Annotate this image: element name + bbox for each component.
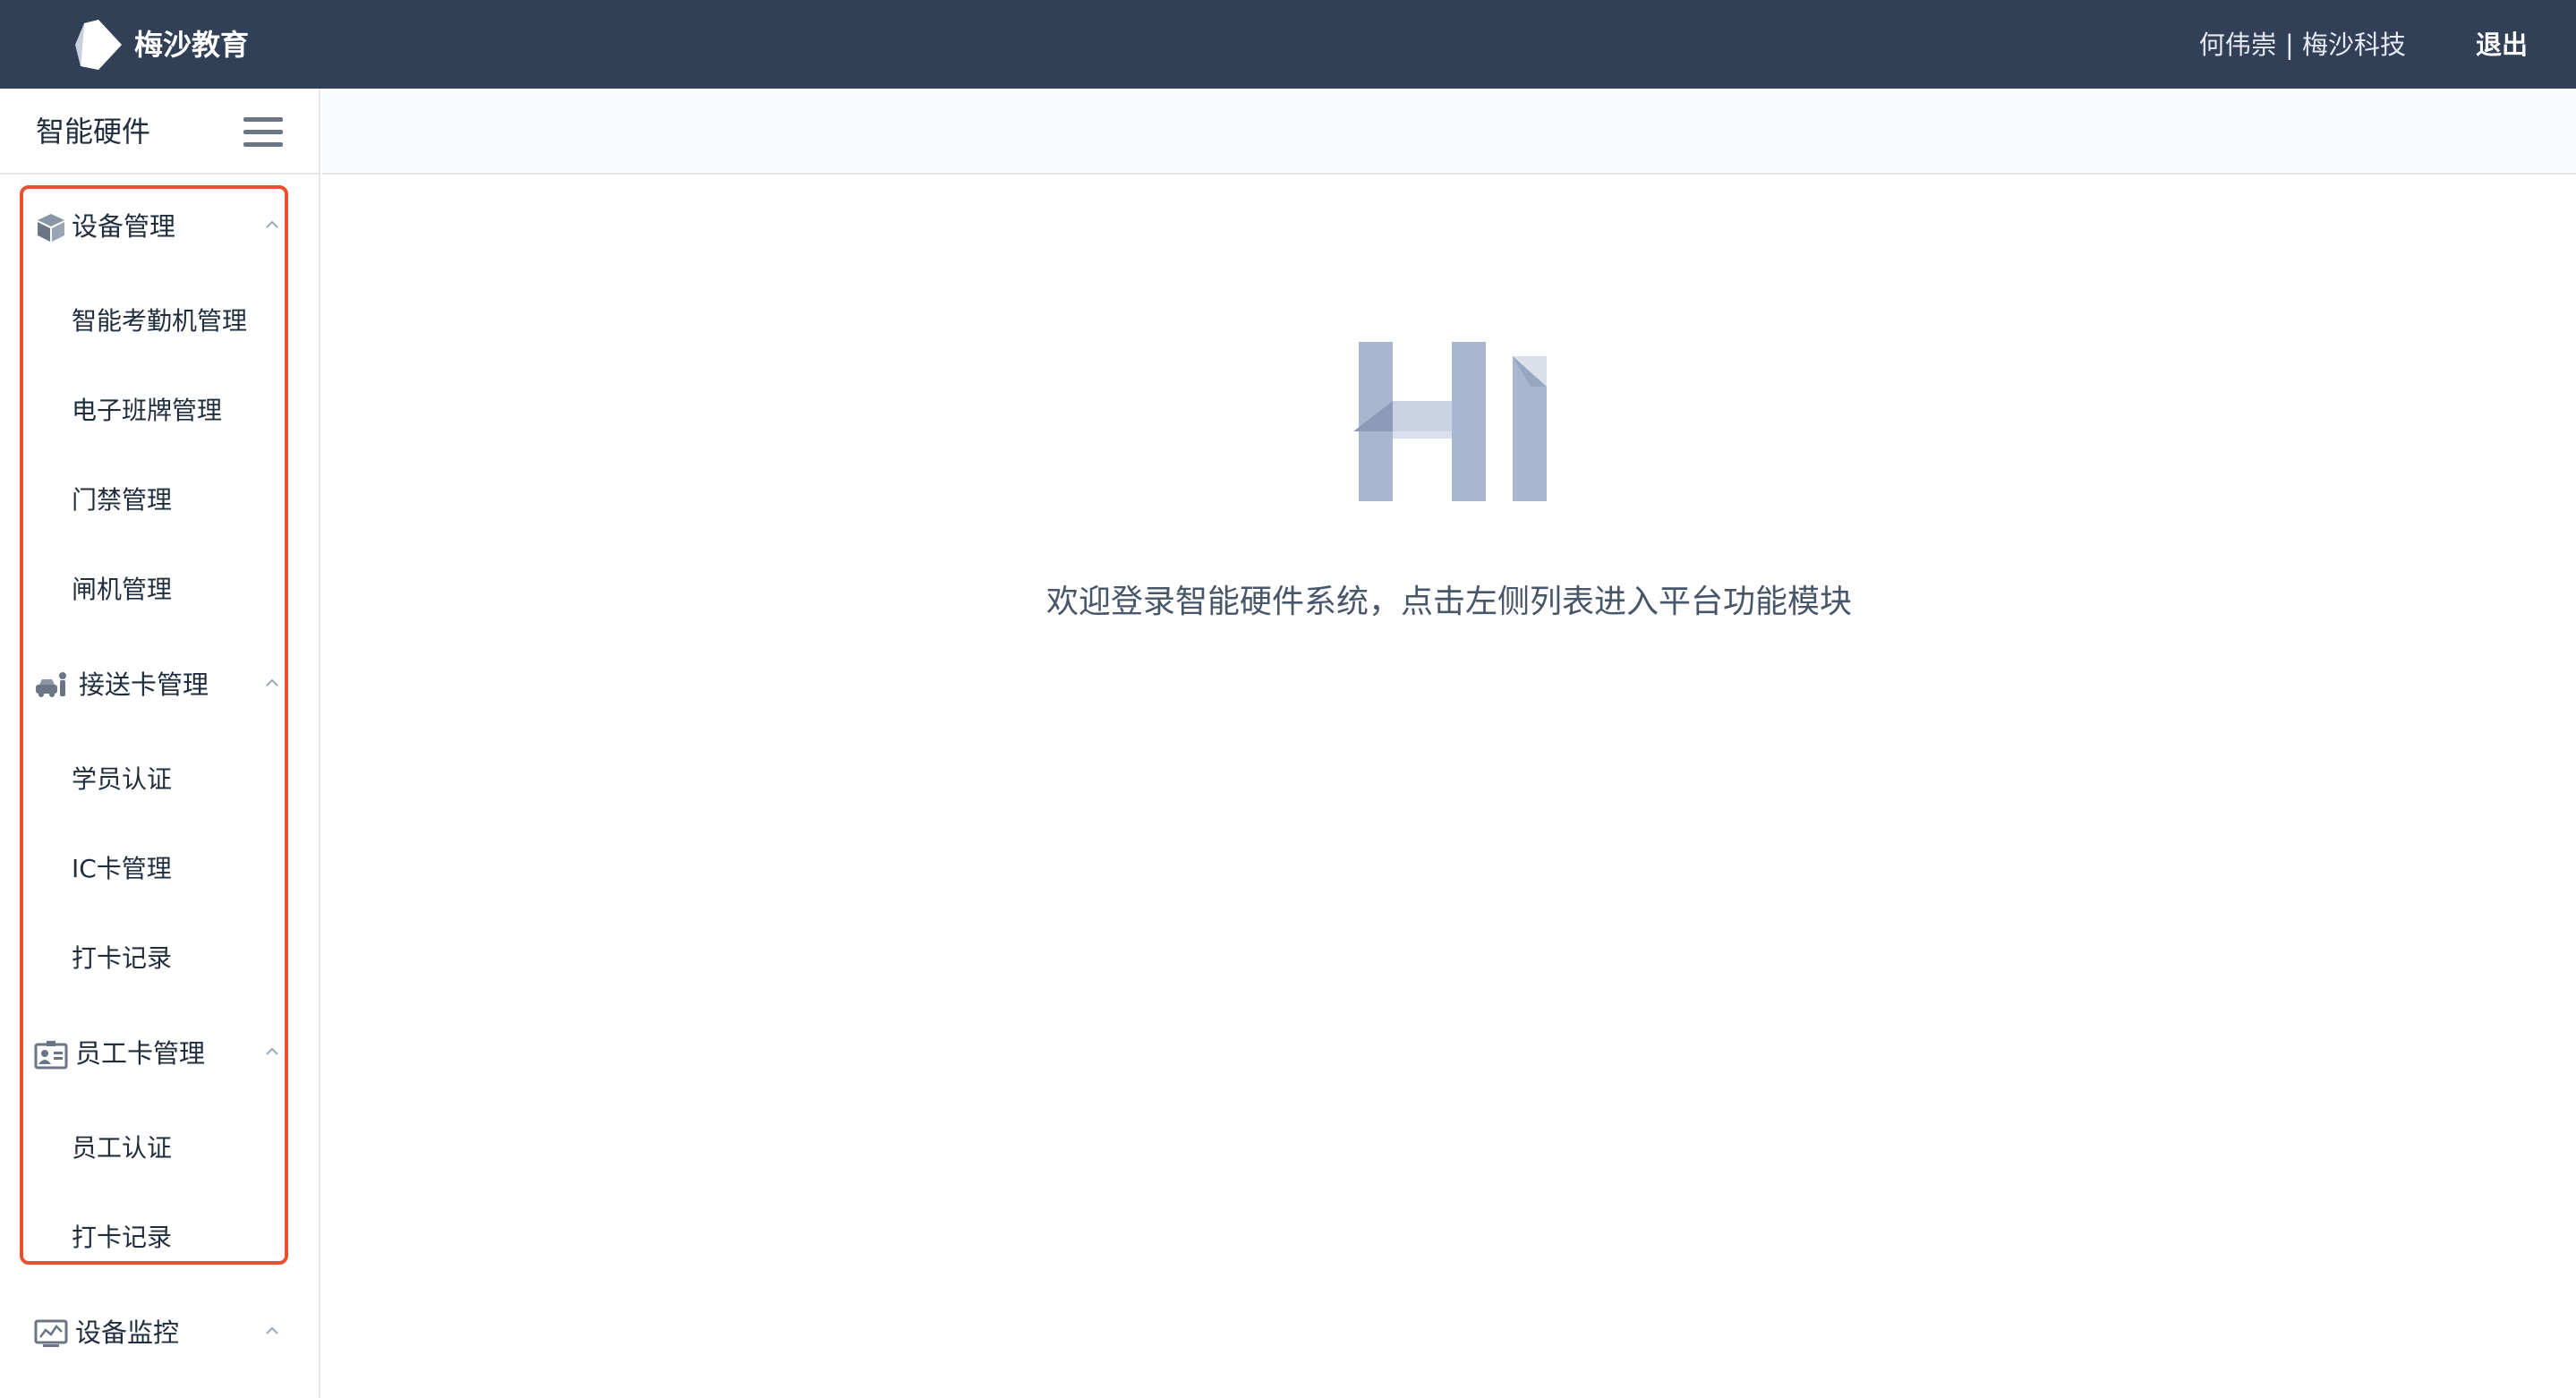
menu-item-gate[interactable]: 闸机管理 [72, 570, 172, 609]
menu-item-punch-record[interactable]: 打卡记录 [72, 939, 172, 978]
hi-illustration: Hi [1353, 342, 1547, 501]
monitor-chart-icon [34, 1319, 68, 1347]
menu-item-attendance-machine[interactable]: 智能考勤机管理 [72, 302, 247, 341]
logout-button[interactable]: 退出 [2476, 25, 2528, 64]
menu-item-access-control[interactable]: 门禁管理 [72, 481, 172, 520]
user-info: 何伟崇 | 梅沙科技 [2198, 30, 2406, 60]
menu-item-student-auth[interactable]: 学员认证 [72, 760, 172, 799]
chevron-up-icon [266, 220, 278, 228]
menu-item-staff-punch-record[interactable]: 打卡记录 [72, 1218, 172, 1257]
menu-group-pickup-card[interactable]: 接送卡管理 [0, 649, 319, 720]
logo-icon [75, 20, 122, 70]
menu-toggle-icon[interactable] [243, 117, 283, 148]
sidebar: 智能硬件 设备管理 智能考勤机管理 电子班牌管理 门禁管理 闸机管理 接送卡管理 [0, 89, 320, 1398]
menu-group-label: 设备监控 [75, 1317, 180, 1348]
brand-name: 梅沙教育 [134, 28, 250, 62]
sidebar-title: 智能硬件 [36, 115, 151, 149]
menu-group-device-management[interactable]: 设备管理 [0, 191, 319, 262]
menu-group-staff-card[interactable]: 员工卡管理 [0, 1018, 319, 1089]
top-header: 梅沙教育 何伟崇 | 梅沙科技 退出 [0, 0, 2576, 89]
menu-group-label: 设备管理 [72, 211, 176, 242]
content-topbar [322, 89, 2576, 175]
chevron-up-icon [266, 1326, 278, 1334]
id-card-icon [34, 1041, 68, 1070]
welcome-message: 欢迎登录智能硬件系统，点击左侧列表进入平台功能模块 [1045, 584, 1852, 620]
menu-item-class-board[interactable]: 电子班牌管理 [72, 391, 222, 430]
menu-highlight-box [20, 185, 288, 1265]
sidebar-header: 智能硬件 [0, 89, 319, 175]
menu-item-staff-auth[interactable]: 员工认证 [72, 1129, 172, 1168]
menu-item-ic-card[interactable]: IC卡管理 [72, 849, 172, 889]
car-person-icon [36, 672, 66, 697]
chevron-up-icon [266, 1047, 278, 1055]
cube-icon [38, 214, 64, 242]
menu-group-device-monitor[interactable]: 设备监控 [0, 1297, 319, 1368]
menu-group-label: 员工卡管理 [75, 1038, 206, 1069]
menu-group-label: 接送卡管理 [79, 669, 209, 700]
chevron-up-icon [266, 678, 278, 686]
